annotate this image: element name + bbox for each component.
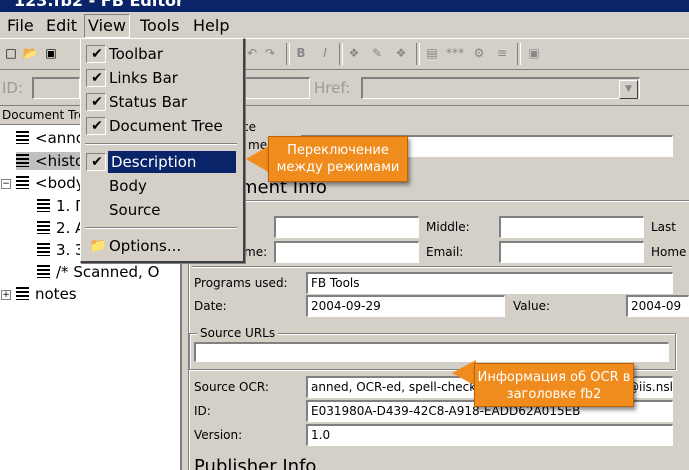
first-name-input[interactable] [274,216,419,238]
paragraph-icon [16,131,29,144]
email-label: Email: [426,245,464,259]
redo-icon[interactable]: ↷ [262,45,278,61]
paragraph-icon [37,221,50,234]
bold-icon[interactable]: B [293,45,309,61]
callout-arrow [246,145,270,173]
open-folder-icon[interactable]: 📂 [22,45,38,61]
collapse-icon[interactable]: − [1,179,11,189]
programs-used-input[interactable]: FB Tools [306,272,673,294]
programs-used-label: Programs used: [194,276,288,290]
id-input[interactable] [32,77,80,99]
id-input-tail[interactable] [242,77,310,99]
paragraph-icon [16,287,29,300]
version-input[interactable]: 1.0 [306,424,673,446]
save-icon[interactable]: ▣ [43,45,59,61]
menu-item-description[interactable]: ✔ Description [83,151,239,173]
source-ocr-label: Source OCR: [194,380,269,394]
menu-separator [85,227,237,229]
style-icon[interactable]: ❖ [346,45,362,61]
menu-view[interactable]: View [84,14,130,38]
date-value-input[interactable]: 2004-09 [626,295,689,317]
ocr-info-callout: Информация об OCR в заголовке fb2 [474,363,634,407]
href-combobox[interactable]: ▼ [361,77,640,99]
menu-file[interactable]: File [4,16,37,35]
undo-icon[interactable]: ↶ [244,45,260,61]
toolbar-separator [517,43,521,65]
expand-icon[interactable]: + [1,290,11,300]
callout-arrow [452,360,476,386]
href-label: Href: [314,79,351,97]
menu-help[interactable]: Help [190,16,232,35]
menu-item-document-tree[interactable]: ✔ Document Tree [83,115,239,137]
folder-icon: 📁 [89,238,107,254]
checkmark-icon: ✔ [91,154,103,170]
tree-node-section-2[interactable]: 2. А [37,219,85,237]
divider [192,266,672,268]
home-page-label: Home [651,245,687,259]
italic-icon[interactable]: I [317,45,333,61]
menu-item-source[interactable]: Source [83,199,239,221]
checkmark-icon: ✔ [91,94,103,110]
tree-node-comment[interactable]: /* Scanned, O [37,263,159,281]
last-name-label: Last [651,220,676,234]
source-urls-input[interactable] [194,342,669,362]
id-field-label: ID: [194,404,211,418]
checkmark-icon: ✔ [91,46,103,62]
format-icon[interactable]: ❖ [393,45,409,61]
source-urls-label: Source URLs [197,326,279,340]
menu-item-options[interactable]: 📁 Options... [83,235,239,257]
menu-tools[interactable]: Tools [137,16,182,35]
menu-item-links-bar[interactable]: ✔ Links Bar [83,67,239,89]
new-file-icon[interactable]: □ [3,45,19,61]
chevron-down-icon[interactable]: ▼ [619,80,638,99]
title-bar: 123.fb2 - FB Editor [0,0,689,12]
menu-item-body[interactable]: Body [83,175,239,197]
date-input[interactable]: 2004-09-29 [306,295,505,317]
toolbar-separator [416,43,420,65]
tree-node-notes[interactable]: notes [16,285,77,303]
publisher-info-title: Publisher Info [194,456,317,470]
middle-name-label: Middle: [426,220,470,234]
checkmark-icon: ✔ [91,118,103,134]
mode-switch-callout: Переключение между режимами [268,136,408,182]
paragraph-icon [37,243,50,256]
menu-item-toolbar[interactable]: ✔ Toolbar [83,43,239,65]
id-label: ID: [2,79,24,97]
menu-item-status-bar[interactable]: ✔ Status Bar [83,91,239,113]
edit-icon[interactable]: ✎ [369,45,385,61]
middle-name-input[interactable] [499,216,644,238]
menu-separator [85,143,237,145]
view-menu-dropdown: ✔ Toolbar ✔ Links Bar ✔ Status Bar ✔ Documen… [80,38,245,263]
date-label: Date: [194,299,227,313]
tree-node-section-3[interactable]: 3. З [37,241,85,259]
paragraph-icon [37,265,50,278]
nickname-input[interactable] [274,241,419,263]
value-label: Value: [513,299,550,313]
tree-node-section-1[interactable]: 1. Г [37,197,84,215]
email-input[interactable] [499,241,644,263]
toolbar-separator [286,43,290,65]
paragraph-icon [16,176,29,189]
image-icon[interactable]: ▣ [526,45,542,61]
window-title: 123.fb2 - FB Editor [14,0,184,10]
note-icon[interactable]: ⚙ [471,45,487,61]
paragraph-icon [37,199,50,212]
menu-edit[interactable]: Edit [43,16,80,35]
toolbar-separator [339,43,343,65]
version-label: Version: [194,428,243,442]
nickname-label: me: [244,245,268,259]
asterisks-icon[interactable]: *** [446,45,464,61]
checkmark-icon: ✔ [91,70,103,86]
paragraph-icon[interactable]: ≡ [494,45,510,61]
menu-bar: File Edit View Tools Help [0,12,689,39]
paragraph-icon [16,154,29,167]
section-icon[interactable]: ▤ [424,45,440,61]
